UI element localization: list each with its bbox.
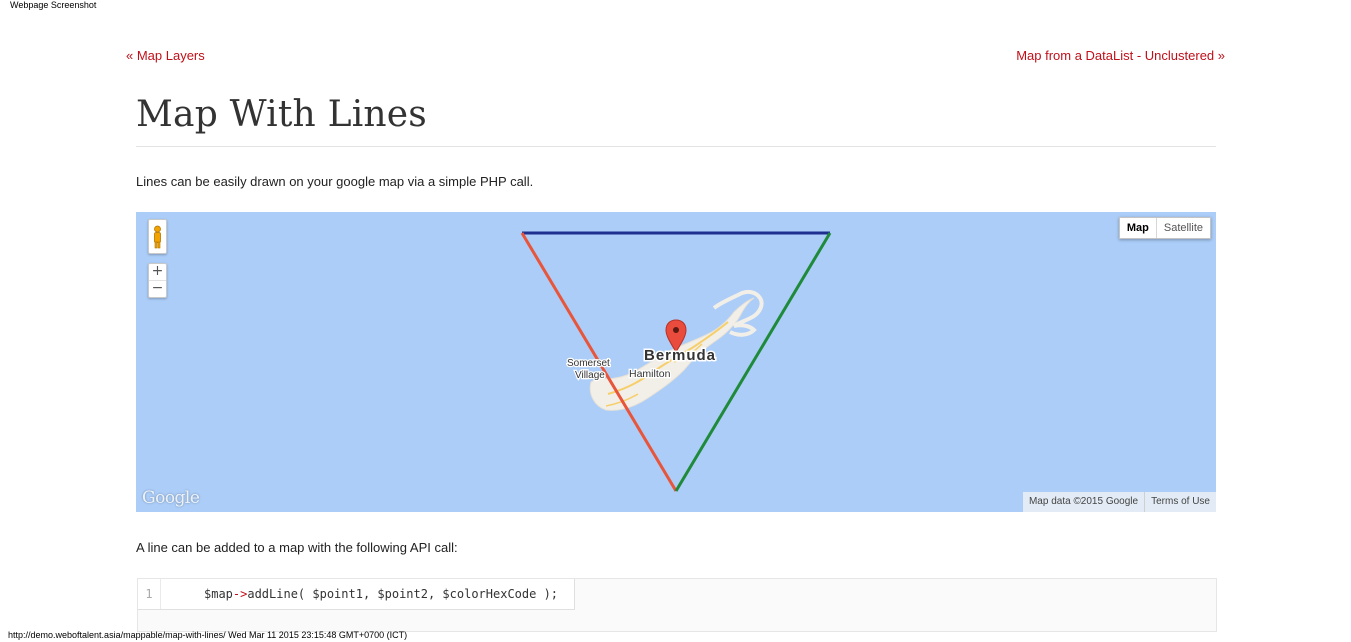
label-village: Village xyxy=(575,370,605,381)
intro-paragraph: Lines can be easily drawn on your google… xyxy=(136,174,534,189)
google-logo[interactable]: Google xyxy=(142,488,200,508)
code-block: 1 $map->addLine( $point1, $point2, $colo… xyxy=(137,578,1217,632)
zoom-out-button[interactable]: − xyxy=(149,280,166,297)
zoom-in-button[interactable]: + xyxy=(149,264,166,280)
zoom-control: + − xyxy=(148,263,167,298)
map-data-credit: Map data ©2015 Google xyxy=(1028,496,1139,507)
capture-title: Webpage Screenshot xyxy=(10,0,97,10)
title-divider xyxy=(136,146,1216,147)
street-view-pegman-icon[interactable] xyxy=(148,219,167,254)
code-call: addLine( $point1, $point2, $colorHexCode… xyxy=(247,587,559,601)
google-map[interactable]: Bermuda Somerset Village Hamilton + − Ma… xyxy=(136,212,1216,512)
terms-of-use-link[interactable]: Terms of Use xyxy=(1144,492,1216,512)
next-post-link[interactable]: Map from a DataList - Unclustered » xyxy=(1016,48,1225,63)
code-arrow: -> xyxy=(232,587,248,601)
api-paragraph: A line can be added to a map with the fo… xyxy=(136,540,458,555)
map-type-map-button[interactable]: Map xyxy=(1119,218,1157,238)
previous-post-link[interactable]: « Map Layers xyxy=(126,48,205,63)
line-number: 1 xyxy=(138,579,161,609)
capture-footer: http://demo.weboftalent.asia/mappable/ma… xyxy=(8,630,408,640)
code-line: 1 $map->addLine( $point1, $point2, $colo… xyxy=(138,579,575,610)
label-somerset: Somerset xyxy=(567,358,610,369)
map-type-control: Map Satellite xyxy=(1118,217,1211,239)
map-attribution: Map data ©2015 Google Terms of Use xyxy=(1022,492,1216,512)
map-canvas[interactable]: Bermuda Somerset Village Hamilton xyxy=(136,212,1216,512)
map-type-satellite-button[interactable]: Satellite xyxy=(1156,218,1210,238)
label-bermuda: Bermuda xyxy=(644,347,716,364)
code-variable: $map xyxy=(204,587,233,601)
code-text[interactable]: $map->addLine( $point1, $point2, $colorH… xyxy=(161,587,558,601)
page-title: Map With Lines xyxy=(136,94,427,135)
label-hamilton: Hamilton xyxy=(629,368,671,380)
